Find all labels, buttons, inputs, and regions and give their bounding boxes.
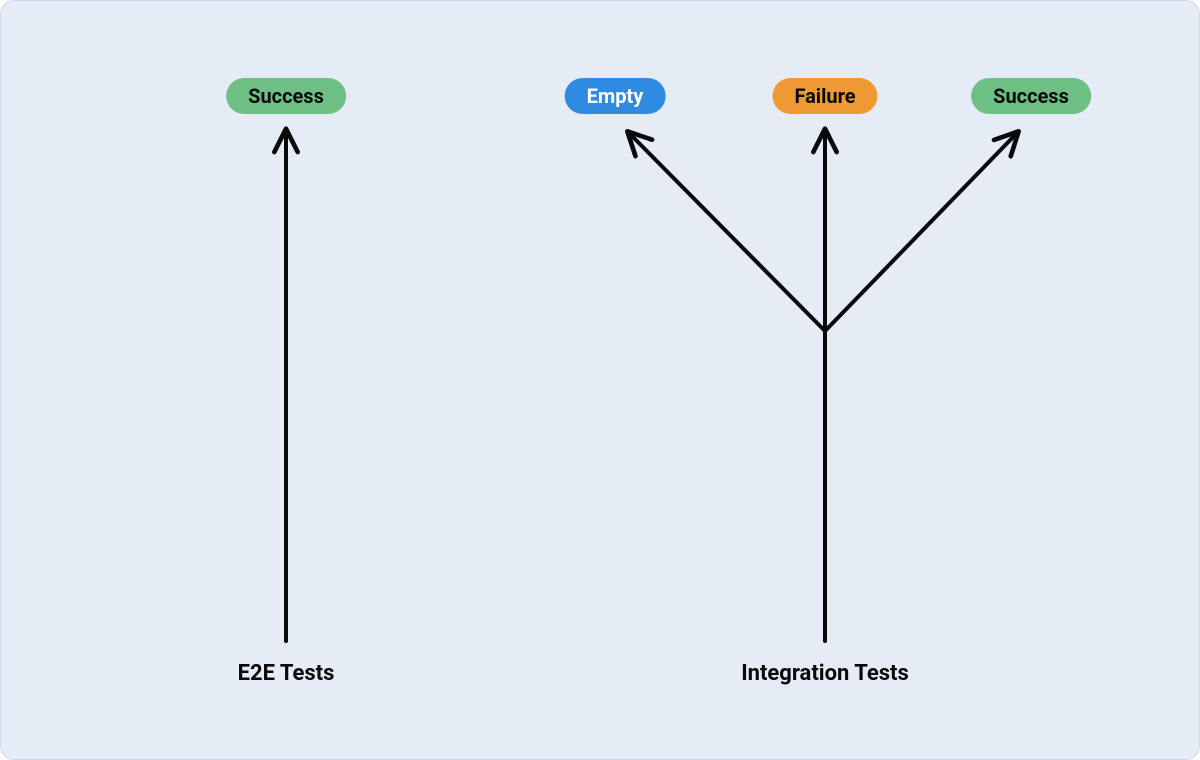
arrows-layer: [1, 1, 1200, 760]
integration-outcome-empty-pill: Empty: [565, 78, 666, 114]
integration-outcome-failure-pill: Failure: [772, 78, 877, 114]
integration-branch-success: [825, 133, 1017, 331]
e2e-outcome-success-pill: Success: [226, 78, 346, 114]
integration-outcome-success-pill: Success: [971, 78, 1091, 114]
e2e-caption: E2E Tests: [238, 661, 335, 686]
diagram-canvas: Success Empty Failure Success E2E Tests …: [0, 0, 1200, 760]
integration-caption: Integration Tests: [741, 661, 909, 686]
integration-branch-empty: [629, 133, 825, 331]
